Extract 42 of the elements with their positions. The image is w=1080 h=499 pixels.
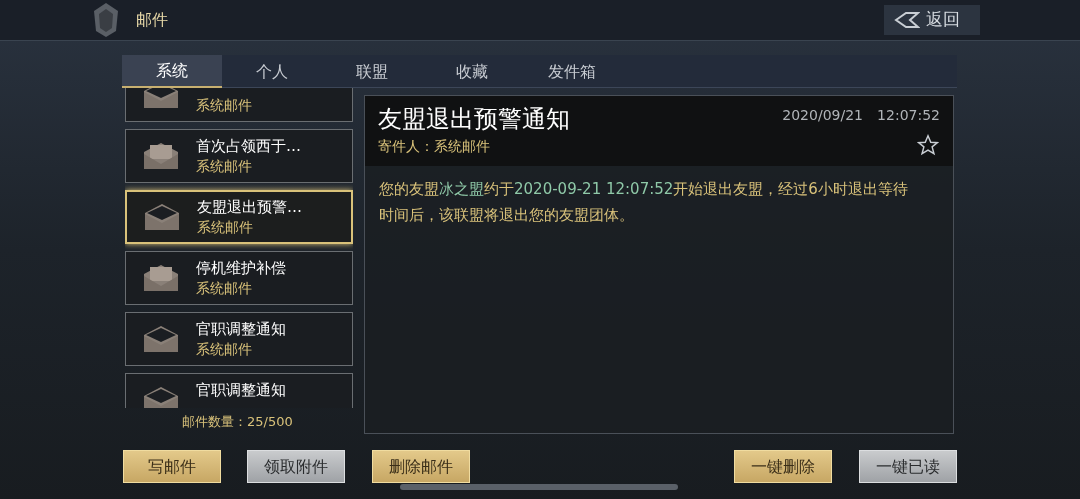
mail-sender: 寄件人：系统邮件 — [378, 137, 490, 156]
action-button[interactable]: 领取附件 — [247, 450, 345, 483]
tab[interactable]: 个人 — [222, 55, 322, 88]
back-button[interactable]: 返回 — [884, 5, 980, 35]
screen-title: 邮件 — [136, 9, 168, 31]
mail-item[interactable]: 系统邮件 — [125, 88, 353, 122]
mail-sender: 系统邮件 — [196, 279, 253, 298]
mail-item[interactable]: 官职调整通知 — [125, 373, 353, 408]
mail-item[interactable]: 停机维护补偿 系统邮件 — [125, 251, 353, 305]
action-button[interactable]: 一键已读 — [859, 450, 957, 483]
mail-title: 首次占领西于… — [196, 136, 301, 156]
mail-date: 2020/09/21 — [782, 106, 863, 125]
mail-sender: 系统邮件 — [196, 96, 252, 115]
envelope-icon — [143, 386, 179, 408]
envelope-icon — [144, 203, 180, 231]
mail-body: 您的友盟冰之盟约于2020-09-21 12:07:52开始退出友盟，经过6小时退出等待时间后，该联盟将退出您的友盟团体。 — [378, 179, 909, 226]
back-arrow-icon — [894, 12, 920, 28]
tab[interactable]: 发件箱 — [522, 55, 622, 88]
action-button[interactable]: 写邮件 — [123, 450, 221, 483]
mail-time: 12:07:52 — [877, 106, 940, 125]
envelope-icon — [143, 325, 179, 353]
mail-sender: 系统邮件 — [196, 157, 253, 176]
mail-title: 官职调整通知 — [196, 319, 286, 339]
mail-title: 停机维护补偿 — [196, 258, 286, 278]
envelope-icon — [143, 88, 179, 109]
envelope-letter-icon — [143, 264, 179, 292]
mail-subject: 友盟退出预警通知 — [378, 104, 570, 135]
mail-item[interactable]: 首次占领西于… 系统邮件 — [125, 129, 353, 183]
tab[interactable]: 收藏 — [422, 55, 522, 88]
mail-item[interactable]: 友盟退出预警… 系统邮件 — [125, 190, 353, 244]
envelope-letter-icon — [143, 142, 179, 170]
mail-item[interactable]: 官职调整通知 系统邮件 — [125, 312, 353, 366]
favorite-star-icon[interactable] — [917, 134, 939, 156]
mail-count: 邮件数量：25/500 — [182, 413, 293, 431]
mail-title: 官职调整通知 — [196, 380, 286, 400]
mail-title: 友盟退出预警… — [197, 197, 302, 217]
tab[interactable]: 系统 — [122, 55, 222, 88]
action-button[interactable]: 删除邮件 — [372, 450, 470, 483]
tab[interactable]: 联盟 — [322, 55, 422, 88]
mail-sender: 系统邮件 — [197, 218, 254, 237]
action-button[interactable]: 一键删除 — [734, 450, 832, 483]
mail-sender: 系统邮件 — [196, 340, 253, 359]
